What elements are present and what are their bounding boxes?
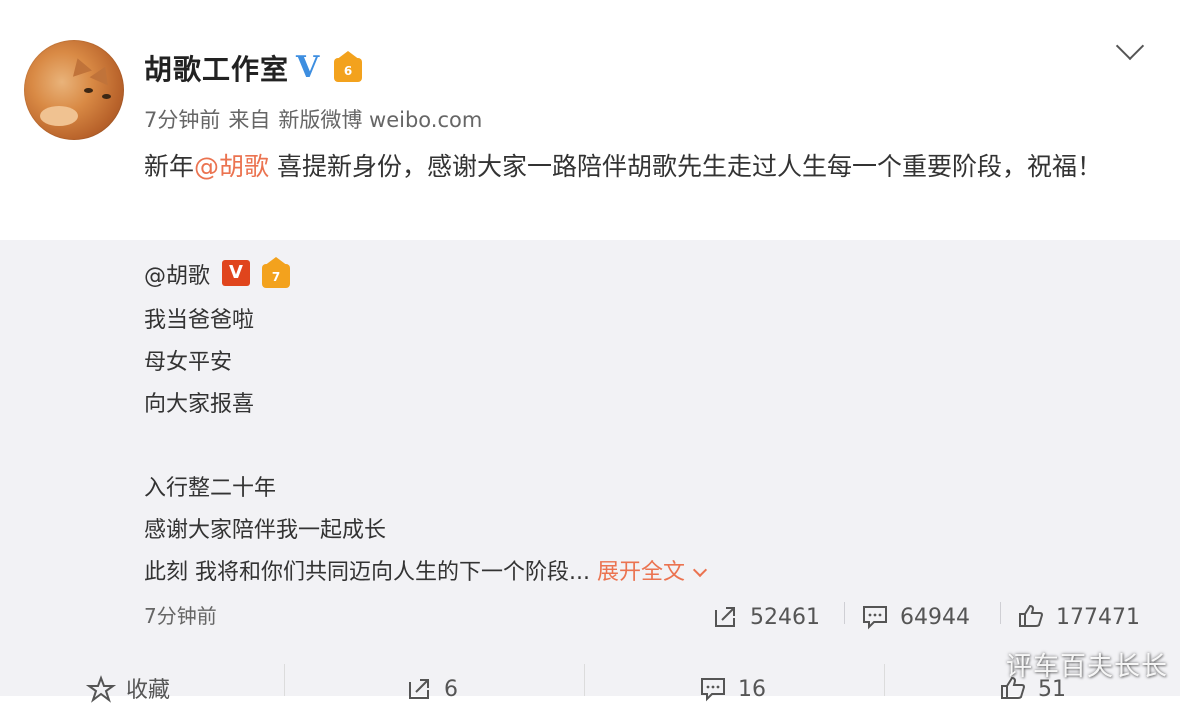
username[interactable]: 胡歌工作室 (144, 48, 289, 88)
comment-icon (700, 676, 726, 702)
repost-comment-stat[interactable]: 64944 (862, 600, 970, 630)
vip-crown-icon: 6 (334, 51, 362, 82)
post-text: 新年@胡歌 喜提新身份，感谢大家一路陪伴胡歌先生走过人生每一个重要阶段，祝福！ (144, 144, 1144, 190)
favorite-label: 收藏 (126, 678, 171, 703)
repost-time[interactable]: 7分钟前 (144, 600, 217, 629)
repost-share-stat[interactable]: 52461 (712, 600, 820, 630)
post-meta: 7分钟前 来自 新版微博 weibo.com (144, 104, 490, 134)
mention-link[interactable]: @胡歌 (194, 152, 269, 181)
repost-line: 母女平安 (144, 350, 233, 375)
expand-label: 展开全文 (596, 560, 685, 585)
verified-icon: V (222, 260, 250, 286)
comment-count: 16 (738, 677, 766, 702)
divider (584, 664, 585, 696)
share-button[interactable]: 6 (406, 672, 458, 702)
source-link[interactable]: 新版微博 weibo.com (278, 108, 482, 132)
favorite-button[interactable]: 收藏 (85, 672, 171, 704)
chevron-down-icon (692, 562, 708, 578)
like-count: 177471 (1056, 605, 1140, 630)
repost-like-stat[interactable]: 177471 (1018, 600, 1140, 630)
star-icon (85, 675, 117, 703)
repost-author[interactable]: @胡歌 (144, 258, 210, 290)
watermark: 评车百夫长长 (1005, 652, 1168, 682)
source-prefix: 来自 (228, 108, 271, 132)
chevron-down-icon[interactable] (1115, 31, 1145, 61)
vip-crown-icon: 7 (262, 257, 290, 288)
comment-button[interactable]: 16 (700, 672, 766, 702)
share-count: 6 (444, 677, 458, 702)
text-body: 喜提新身份，感谢大家一路陪伴胡歌先生走过人生每一个重要阶段，祝福！ (269, 152, 1102, 181)
like-icon (1018, 604, 1044, 628)
comment-count: 64944 (900, 605, 970, 630)
avatar[interactable] (24, 40, 124, 140)
divider (884, 664, 885, 696)
repost-line: 感谢大家陪伴我一起成长 (144, 518, 387, 543)
share-icon (712, 604, 738, 628)
text-prefix: 新年 (144, 152, 195, 181)
divider (844, 602, 845, 624)
repost-line-last: 此刻 我将和你们共同迈向人生的下一个阶段... 展开全文 (144, 554, 708, 586)
verified-icon: V (296, 50, 320, 85)
repost-line: 向大家报喜 (144, 392, 255, 417)
post-time[interactable]: 7分钟前 (144, 108, 220, 132)
repost-line: 我当爸爸啦 (144, 308, 255, 333)
repost-line: 此刻 我将和你们共同迈向人生的下一个阶段... (144, 560, 590, 585)
comment-icon (862, 604, 888, 630)
repost-line: 入行整二十年 (144, 476, 277, 501)
divider (284, 664, 285, 696)
divider (1000, 602, 1001, 624)
repost-count: 52461 (750, 605, 820, 630)
share-icon (406, 676, 432, 700)
expand-full-text-link[interactable]: 展开全文 (596, 560, 708, 585)
